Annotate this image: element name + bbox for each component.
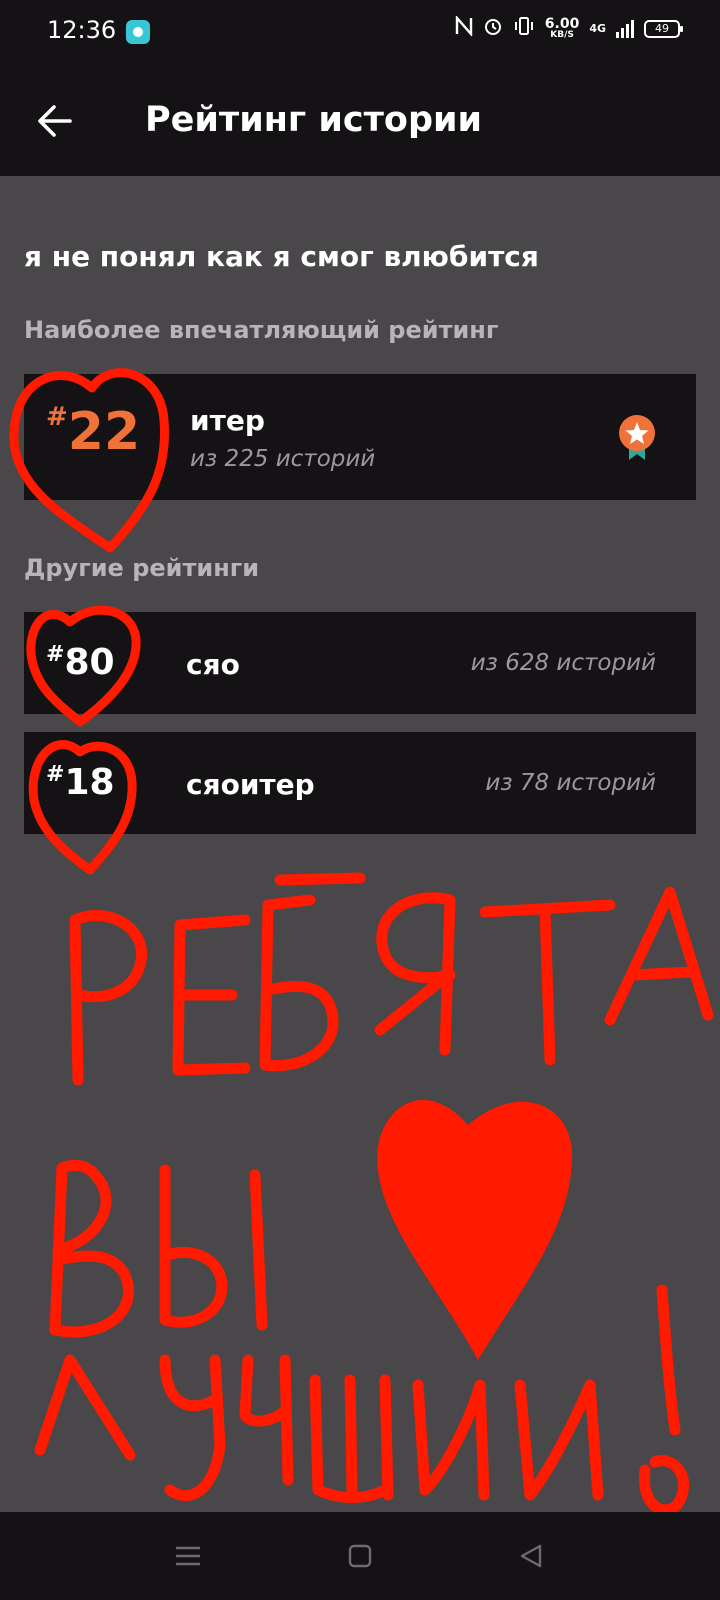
network-speed-unit: KB/S xyxy=(550,30,574,40)
home-square-icon[interactable] xyxy=(342,1538,378,1574)
vibrate-icon xyxy=(513,16,535,41)
signal-icon xyxy=(616,19,634,38)
other-ratings-label: Другие рейтинги xyxy=(24,554,260,582)
heart-filled-icon xyxy=(377,1099,573,1360)
page-title: Рейтинг истории xyxy=(145,100,483,140)
menu-icon[interactable] xyxy=(170,1538,206,1574)
story-count: из 628 историй xyxy=(470,650,656,676)
network-speed: 6.00 KB/S xyxy=(545,17,580,40)
back-button[interactable] xyxy=(34,100,76,142)
rating-card-2[interactable]: #18 сяоитер из 78 историй xyxy=(24,732,696,834)
navigation-bar xyxy=(0,1512,720,1600)
rank-number: #80 xyxy=(46,642,115,683)
handwriting-rebyata xyxy=(69,872,714,1086)
back-triangle-icon[interactable] xyxy=(514,1538,550,1574)
status-icons: 6.00 KB/S 4G 49 xyxy=(455,14,683,41)
network-speed-value: 6.00 xyxy=(544,16,580,32)
story-count: из 225 историй xyxy=(190,446,376,472)
top-rating-label: Наиболее впечатляющий рейтинг xyxy=(24,316,499,344)
top-rating-card[interactable]: #22 итер из 225 историй xyxy=(24,374,696,500)
app-notification-icon xyxy=(126,20,150,44)
genre-name: сяоитер xyxy=(186,768,315,801)
battery-icon: 49 xyxy=(644,19,683,38)
story-title: я не понял как я смог влюбится xyxy=(24,240,539,273)
genre-name: сяо xyxy=(186,648,240,681)
rank-number: #22 xyxy=(46,402,141,462)
genre-name: итер xyxy=(190,404,265,437)
medal-star-icon xyxy=(619,415,655,460)
nfc-icon xyxy=(455,14,473,41)
status-time: 12:36 xyxy=(47,16,117,44)
handwriting-luchshii xyxy=(34,1284,690,1516)
rank-number: #18 xyxy=(46,762,115,803)
alarm-icon xyxy=(483,16,503,41)
story-count: из 78 историй xyxy=(485,770,656,796)
handwriting-vy xyxy=(49,1159,268,1338)
app-bar: Рейтинг истории xyxy=(0,64,720,176)
status-bar: 12:36 6.00 KB/S 4G 49 xyxy=(0,0,720,64)
rating-card-1[interactable]: #80 сяо из 628 историй xyxy=(24,612,696,714)
network-type: 4G xyxy=(589,22,606,35)
arrow-left-icon xyxy=(38,105,72,137)
